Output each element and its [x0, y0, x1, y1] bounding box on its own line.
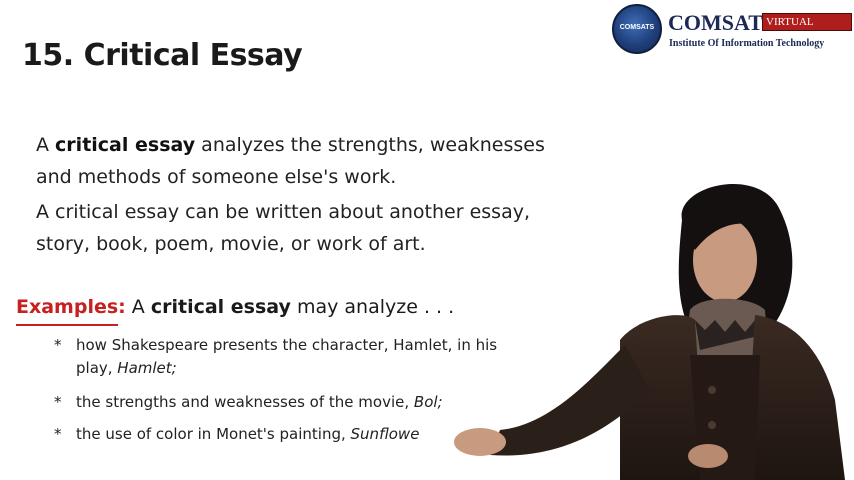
examples-post: may analyze . . .	[290, 296, 455, 318]
institute-name: Institute Of Information Technology	[669, 38, 825, 49]
bullet-marker: *	[54, 393, 62, 411]
comsats-seal-icon: COMSATS	[612, 4, 662, 54]
hand-shape	[454, 428, 506, 456]
slide-title: 15. Critical Essay	[22, 38, 303, 73]
bullet-marker: *	[54, 425, 62, 443]
definition-pre: A	[36, 134, 56, 156]
coat-button	[708, 421, 716, 429]
examples-label: Examples:	[16, 296, 126, 318]
bullet-text: the strengths and weaknesses of the movi…	[76, 393, 414, 411]
virtual-campus-tag: VIRTUAL CAMPUS	[762, 13, 852, 44]
seal-text: COMSATS	[619, 24, 655, 31]
comsats-logo: COMSATS COMSATS VIRTUAL CAMPUS Institute…	[612, 4, 852, 58]
definition-bold-term: critical essay	[55, 134, 196, 156]
bullet-italic: Hamlet;	[117, 359, 177, 377]
examples-bold-term: critical essay	[150, 296, 291, 318]
slide-title-text: Critical Essay	[83, 38, 303, 73]
examples-underline	[16, 324, 118, 326]
brand-name: COMSATS	[668, 10, 776, 35]
bullet-text: the use of color in Monet's painting,	[76, 425, 351, 443]
bullet-italic: Sunflowe	[350, 425, 420, 443]
slide-number: 15.	[22, 38, 74, 73]
presenter-figure	[454, 183, 845, 480]
coat-right-shape	[745, 315, 845, 480]
hand-shape	[688, 444, 728, 468]
coat-button	[708, 386, 716, 394]
bullet-italic: Bol;	[413, 393, 443, 411]
bullet-marker: *	[54, 336, 62, 354]
examples-heading: Examples: A critical essay may analyze .…	[16, 296, 454, 318]
examples-pre: A	[125, 296, 151, 318]
